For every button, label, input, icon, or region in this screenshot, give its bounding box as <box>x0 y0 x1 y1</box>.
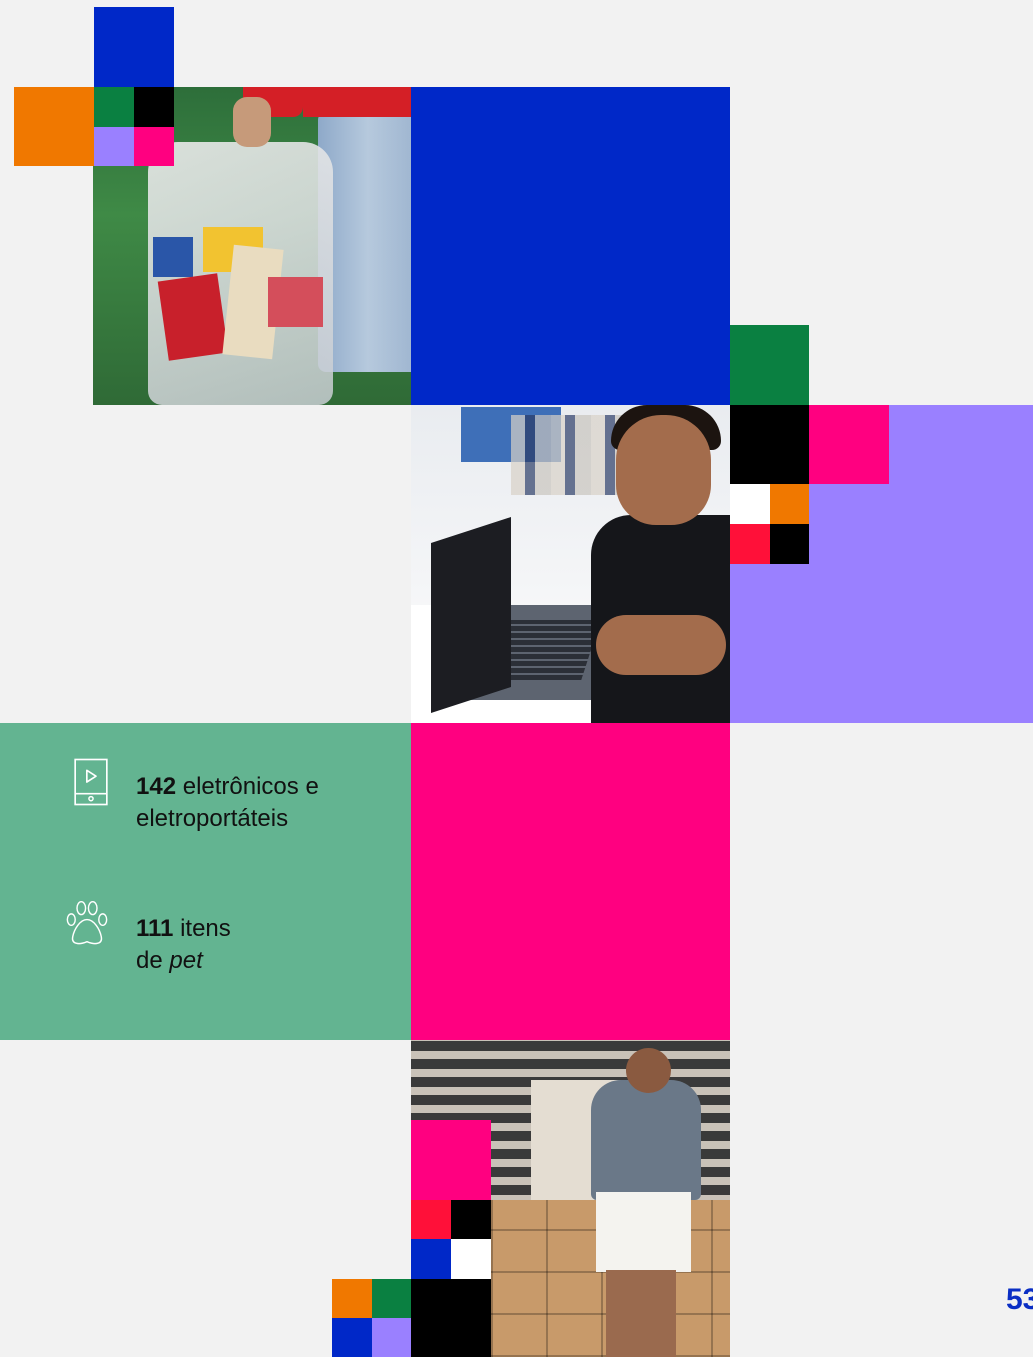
lilac-square <box>94 127 134 166</box>
black-square <box>730 405 809 484</box>
orange-square <box>770 484 809 524</box>
black-square <box>770 524 809 564</box>
green-square <box>372 1279 411 1318</box>
paw-icon <box>66 901 108 945</box>
white-square <box>730 484 770 524</box>
lilac-square <box>372 1318 411 1357</box>
stat-electronics-text: eletrônicos e <box>176 773 319 800</box>
green-square <box>94 87 134 127</box>
page-number: 53 <box>1006 1283 1033 1316</box>
stat-pet: 111 itens de pet <box>136 913 231 977</box>
stat-electronics-number: 142 <box>136 773 177 800</box>
orange-square <box>14 87 94 166</box>
stat-pet-text: itens <box>173 915 231 942</box>
black-square <box>451 1200 491 1239</box>
blue-square <box>411 1239 451 1279</box>
pink-square <box>809 405 889 484</box>
pink-square <box>134 127 174 166</box>
pink-square <box>411 1120 491 1200</box>
student-laptop-photo <box>411 405 730 723</box>
red-square <box>730 524 770 564</box>
large-blue-block <box>411 87 730 405</box>
stat-pet-line2-italic: pet <box>169 947 203 974</box>
stat-electronics: 142 eletrônicos e eletroportáteis <box>136 771 319 835</box>
blue-square <box>332 1318 372 1357</box>
large-pink-block <box>411 723 730 1040</box>
green-square <box>730 325 809 405</box>
tablet-play-icon <box>74 758 108 806</box>
black-square <box>411 1279 491 1357</box>
blue-square <box>94 7 174 87</box>
white-square <box>451 1239 491 1279</box>
red-square <box>411 1200 451 1239</box>
stat-pet-number: 111 <box>136 915 174 942</box>
orange-square <box>332 1279 372 1318</box>
stat-pet-line2-prefix: de <box>136 947 170 974</box>
stat-electronics-line2: eletroportáteis <box>136 805 289 832</box>
black-square <box>134 87 174 127</box>
stats-panel: 142 eletrônicos e eletroportáteis 111 it… <box>0 723 411 1040</box>
